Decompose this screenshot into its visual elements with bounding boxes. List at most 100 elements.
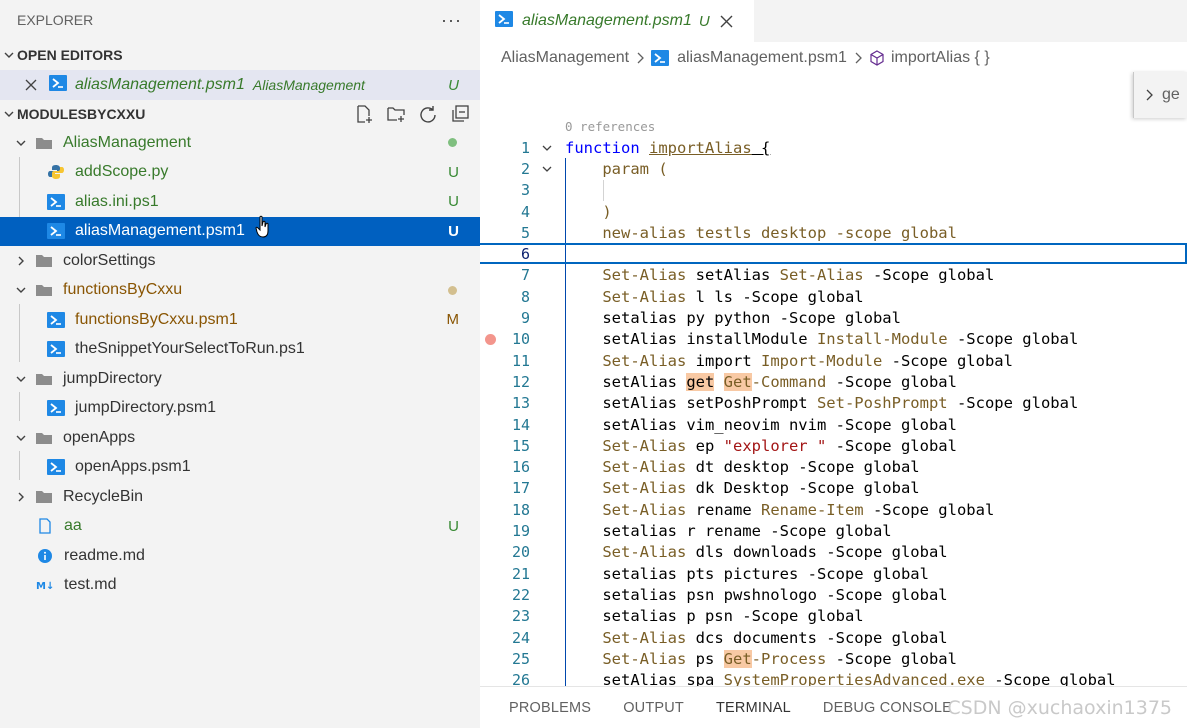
code-line: 13 setAlias setPoshPrompt Set-PoshPrompt… [480,393,1187,414]
chevron-down-icon[interactable] [541,142,553,154]
find-widget-peek[interactable]: ge [1133,72,1187,118]
close-icon[interactable] [720,15,733,28]
line-number: 20 [511,543,530,562]
open-editor-item[interactable]: aliasManagement.psm1 AliasManagement U [0,70,480,100]
open-editor-filename: aliasManagement.psm1 [75,76,245,93]
chevron-down-icon [14,137,28,149]
tree-label: RecycleBin [63,487,144,505]
tree-folder-jumpdirectory[interactable]: jumpDirectory [0,364,480,394]
line-number: 21 [511,564,530,583]
line-number: 15 [511,436,530,455]
folder-open-icon [34,134,54,152]
tree-label: openApps.psm1 [75,458,191,476]
line-number: 19 [511,522,530,541]
tab-output[interactable]: OUTPUT [623,700,684,716]
more-actions-icon[interactable]: ··· [441,11,462,29]
code-text: ) [602,202,612,221]
git-status-dot [448,138,457,148]
tree-file-aliasmanagement-psm1[interactable]: aliasManagement.psm1 U [0,215,480,246]
line-number: 3 [520,181,530,200]
workspace-header[interactable]: MODULESBYCXXU [0,100,480,128]
code-text: setalias p psn -Scope global [602,607,864,626]
code-line: 8 Set-Alias l ls -Scope global [480,286,1187,307]
open-editor-folder: AliasManagement [252,77,365,93]
breadcrumb-label: importAlias { } [890,49,990,66]
code-text: setAlias setPoshPrompt Set-PoshPrompt -S… [602,394,1079,413]
code-editor[interactable]: 0 references 1 function importAlias { 2 … [480,116,1187,686]
editor-area: aliasManagement.psm1 U AliasManagement a… [480,0,1187,728]
code-line: 2 param ( [480,158,1187,179]
code-text: setalias pts pictures -Scope global [602,564,929,583]
code-text: Set-Alias l ls -Scope global [602,287,864,306]
collapse-all-icon[interactable] [450,104,470,124]
code-line: 10 setAlias installModule Install-Module… [480,329,1187,350]
tree-file-test-md[interactable]: M↓ test.md [0,571,480,601]
tab-terminal[interactable]: TERMINAL [716,700,791,716]
workspace-label: MODULESBYCXXU [17,106,146,122]
tree-folder-recyclebin[interactable]: RecycleBin [0,482,480,512]
line-number: 5 [520,223,530,242]
tree-file-readme[interactable]: readme.md [0,541,480,571]
open-editors-header[interactable]: OPEN EDITORS [0,40,480,70]
breadcrumb-item[interactable]: AliasManagement [501,49,629,67]
codelens-references[interactable]: 0 references [565,119,655,134]
powershell-file-icon [49,74,67,96]
breadcrumb-item[interactable]: importAlias { } [869,49,990,67]
powershell-file-icon [46,340,66,358]
line-number: 7 [520,266,530,285]
line-number: 24 [511,628,530,647]
line-number: 8 [520,287,530,306]
line-number: 14 [511,415,530,434]
folder-open-icon [34,370,54,388]
code-text: Set-Alias dcs documents -Scope global [602,628,948,647]
tree-file-openapps-psm1[interactable]: openApps.psm1 [0,453,480,483]
tab-problems[interactable]: PROBLEMS [509,700,591,716]
tree-folder-openapps[interactable]: openApps [0,423,480,453]
tree-folder-functionsbycxxu[interactable]: functionsByCxxu [0,276,480,306]
git-status-dot [448,285,457,295]
code-line: 26 setAlias spa SystemPropertiesAdvanced… [480,670,1187,686]
chevron-down-icon [2,48,16,62]
refresh-icon[interactable] [418,104,438,124]
line-number: 12 [511,372,530,391]
code-text: param ( [602,159,668,178]
code-text: setalias py python -Scope global [602,309,901,328]
tree-file-jumpdirectory-psm1[interactable]: jumpDirectory.psm1 [0,394,480,424]
chevron-down-icon[interactable] [541,163,553,175]
new-file-icon[interactable] [354,104,374,124]
powershell-file-icon [651,50,670,66]
breadcrumb-item[interactable]: aliasManagement.psm1 [651,49,847,67]
chevron-down-icon [14,284,28,296]
tab-aliasmanagement[interactable]: aliasManagement.psm1 U [480,0,754,42]
tree-file-thesnippet[interactable]: theSnippetYourSelectToRun.ps1 [0,335,480,365]
code-text: new-alias testls desktop -scope global [602,223,957,242]
tree-file-alias-ini[interactable]: alias.ini.ps1 U [0,187,480,217]
tree-file-aa[interactable]: aa U [0,512,480,542]
code-line: 19 setalias r rename -Scope global [480,520,1187,541]
tree-folder-aliasmanagement[interactable]: AliasManagement [0,128,480,158]
watermark: CSDN @xuchaoxin1375 [947,697,1172,719]
close-icon[interactable] [25,79,39,91]
line-number: 2 [520,159,530,178]
code-text: Set-Alias ps Get-Process -Scope global [602,649,957,668]
tree-label: functionsByCxxu [63,281,183,299]
tab-debug-console[interactable]: DEBUG CONSOLE [823,700,952,716]
code-line: 22 setalias psn pwshnologo -Scope global [480,584,1187,605]
powershell-file-icon [46,311,66,329]
code-line: 25 Set-Alias ps Get-Process -Scope globa… [480,648,1187,669]
chevron-right-icon [1146,89,1153,101]
explorer-toolbar [354,104,470,124]
tree-folder-colorsettings[interactable]: colorSettings [0,246,480,276]
code-line: 1 function importAlias { [480,137,1187,158]
tree-file-addscope[interactable]: addScope.py U [0,158,480,188]
breadcrumb: AliasManagement aliasManagement.psm1 imp… [480,42,1187,74]
code-line: 16 Set-Alias dt desktop -Scope global [480,457,1187,478]
line-number: 18 [511,500,530,519]
new-folder-icon[interactable] [386,104,406,124]
tree-file-functionsbycxxu-psm1[interactable]: functionsByCxxu.psm1 M [0,305,480,335]
tree-label: AliasManagement [63,133,192,151]
file-tree: AliasManagement addScope.py U alias.ini.… [0,128,480,600]
code-line: 24 Set-Alias dcs documents -Scope global [480,627,1187,648]
untracked-status: U [448,222,459,240]
explorer-sidebar: EXPLORER ··· OPEN EDITORS aliasManagemen… [0,0,480,728]
